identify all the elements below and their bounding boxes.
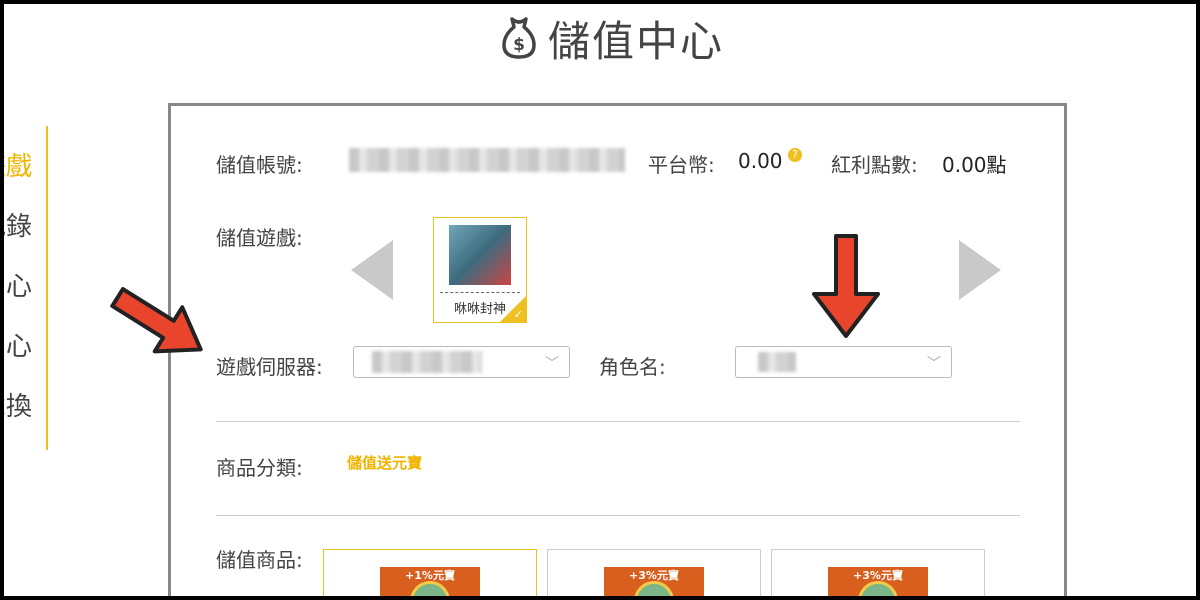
game-card-selected[interactable]: 咻咻封神 ✓ bbox=[433, 217, 527, 323]
platform-coin-value: 0.00 bbox=[738, 149, 783, 173]
sidebar-item-center-1[interactable]: 中心 bbox=[0, 266, 46, 306]
page-title: $ 儲值中心 bbox=[498, 10, 724, 66]
product-badge: +3%元寶 bbox=[604, 567, 704, 600]
platform-coin-label: 平台幣: bbox=[648, 153, 715, 177]
game-card-divider bbox=[440, 292, 520, 293]
server-label: 遊戲伺服器: bbox=[216, 355, 323, 379]
game-label: 儲值遊戲: bbox=[216, 226, 303, 250]
page-title-text: 儲值中心 bbox=[548, 16, 725, 66]
coin-icon bbox=[858, 581, 898, 600]
bonus-points-value: 0.00點 bbox=[942, 153, 1007, 177]
game-thumbnail bbox=[449, 225, 511, 285]
bonus-points-label: 紅利點數: bbox=[831, 153, 918, 177]
annotation-arrow-icon bbox=[812, 234, 880, 338]
role-select[interactable]: ﹀ bbox=[735, 346, 952, 378]
account-value-blurred bbox=[349, 148, 625, 172]
sidebar-item-exchange[interactable]: 兌換 bbox=[0, 386, 46, 426]
account-label: 儲值帳號: bbox=[216, 153, 303, 177]
role-value-blurred bbox=[758, 352, 796, 372]
role-label: 角色名: bbox=[599, 355, 666, 379]
divider bbox=[216, 515, 1020, 516]
product-card[interactable]: +3%元寶 bbox=[771, 549, 985, 600]
sidebar-item-records[interactable]: 紀錄 bbox=[0, 206, 46, 246]
chevron-left-icon[interactable] bbox=[349, 238, 395, 302]
category-option[interactable]: 儲值送元寶 bbox=[347, 452, 422, 473]
sidebar-item-center-2[interactable]: 中心 bbox=[0, 326, 46, 366]
coin-icon bbox=[634, 581, 674, 600]
svg-text:$: $ bbox=[513, 35, 525, 55]
recharge-panel: 儲值帳號: 平台幣: 0.00 ? 紅利點數: 0.00點 儲值遊戲: 咻咻封神… bbox=[168, 103, 1067, 600]
product-badge: +3%元寶 bbox=[828, 567, 928, 600]
help-icon[interactable]: ? bbox=[788, 148, 802, 162]
money-bag-icon: $ bbox=[502, 17, 536, 59]
sidebar-item-games[interactable]: 遊戲 bbox=[0, 146, 46, 186]
products-label: 儲值商品: bbox=[216, 548, 303, 572]
annotation-arrow-icon bbox=[110, 287, 203, 354]
product-card[interactable]: +3%元寶 bbox=[547, 549, 761, 600]
coin-icon bbox=[410, 581, 450, 600]
server-select[interactable]: ﹀ bbox=[353, 346, 570, 378]
divider bbox=[216, 421, 1020, 422]
chevron-down-icon: ﹀ bbox=[927, 356, 941, 372]
chevron-right-icon[interactable] bbox=[957, 238, 1003, 302]
sidebar: 遊戲 紀錄 中心 中心 兌換 bbox=[0, 126, 48, 450]
server-value-blurred bbox=[372, 351, 482, 373]
chevron-down-icon: ﹀ bbox=[545, 356, 559, 372]
category-label: 商品分類: bbox=[216, 456, 303, 480]
product-card[interactable]: +1%元寶 bbox=[323, 549, 537, 600]
check-icon: ✓ bbox=[513, 308, 523, 321]
product-badge: +1%元寶 bbox=[380, 567, 480, 600]
